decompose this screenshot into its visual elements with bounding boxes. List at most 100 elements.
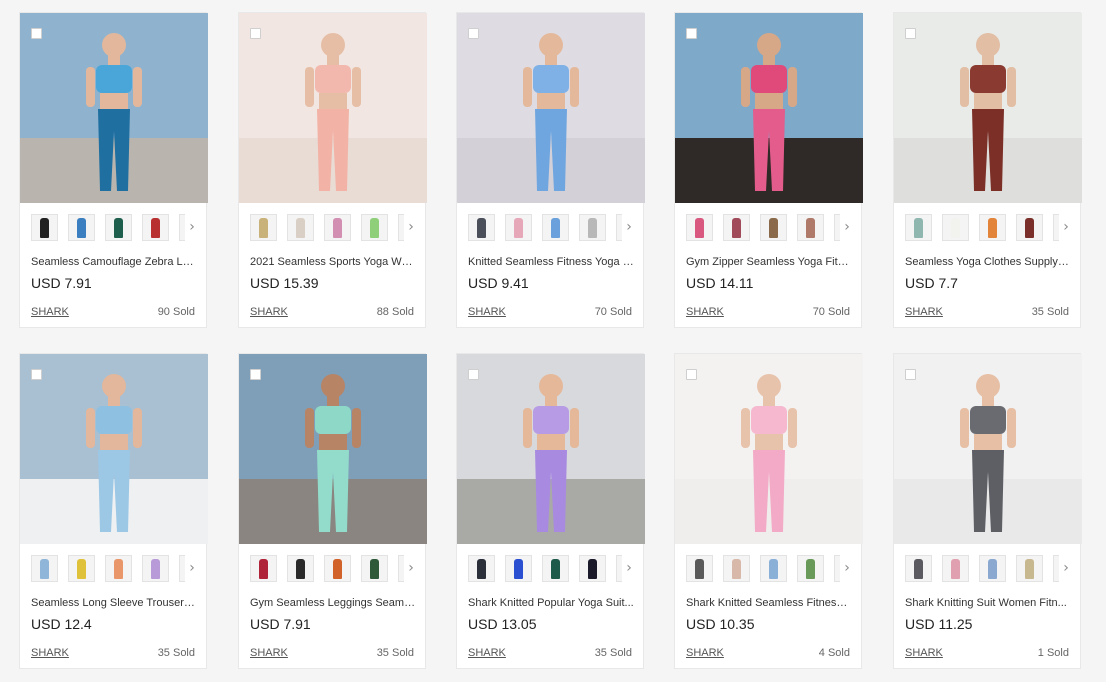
chevron-right-icon[interactable]: › — [404, 214, 418, 241]
product-card[interactable]: › Shark Knitted Seamless Fitness ... USD 1… — [674, 353, 863, 669]
product-image[interactable] — [239, 354, 427, 544]
color-swatch[interactable] — [905, 214, 932, 241]
color-swatch[interactable] — [1016, 214, 1043, 241]
product-image[interactable] — [20, 13, 208, 203]
select-checkbox[interactable] — [31, 369, 42, 380]
color-swatch[interactable] — [542, 214, 569, 241]
chevron-right-icon[interactable]: › — [840, 214, 854, 241]
color-swatch[interactable] — [361, 555, 388, 582]
seller-link[interactable]: SHARK — [905, 306, 943, 318]
select-checkbox[interactable] — [31, 28, 42, 39]
product-title[interactable]: Gym Zipper Seamless Yoga Fitn... — [686, 256, 852, 268]
chevron-right-icon[interactable]: › — [185, 214, 199, 241]
color-swatch[interactable] — [287, 555, 314, 582]
color-swatch[interactable] — [31, 214, 58, 241]
select-checkbox[interactable] — [468, 28, 479, 39]
product-card[interactable]: › Knitted Seamless Fitness Yoga S... USD 9… — [456, 12, 645, 328]
color-swatch[interactable] — [287, 214, 314, 241]
color-swatch[interactable] — [250, 555, 277, 582]
chevron-right-icon[interactable]: › — [185, 555, 199, 582]
select-checkbox[interactable] — [468, 369, 479, 380]
color-swatch[interactable] — [723, 214, 750, 241]
color-swatch[interactable] — [468, 555, 495, 582]
product-image[interactable] — [894, 354, 1082, 544]
product-card[interactable]: › 2021 Seamless Sports Yoga Wor... USD 15.… — [238, 12, 427, 328]
product-card[interactable]: › Gym Seamless Leggings Seamle... USD 7.91… — [238, 353, 427, 669]
product-title[interactable]: Shark Knitted Seamless Fitness ... — [686, 597, 852, 609]
chevron-right-icon[interactable]: › — [1059, 214, 1073, 241]
seller-link[interactable]: SHARK — [31, 306, 69, 318]
color-swatch[interactable] — [68, 214, 95, 241]
product-title[interactable]: Seamless Long Sleeve Trousers ... — [31, 597, 197, 609]
color-swatch[interactable] — [324, 555, 351, 582]
product-image[interactable] — [20, 354, 208, 544]
color-swatch[interactable] — [723, 555, 750, 582]
seller-link[interactable]: SHARK — [468, 306, 506, 318]
product-title[interactable]: Shark Knitted Popular Yoga Suit... — [468, 597, 634, 609]
color-swatch[interactable] — [579, 214, 606, 241]
color-swatch[interactable] — [979, 555, 1006, 582]
seller-link[interactable]: SHARK — [905, 647, 943, 659]
product-card[interactable]: › Seamless Long Sleeve Trousers ... USD 12… — [19, 353, 208, 669]
product-title[interactable]: Seamless Yoga Clothes Supply E... — [905, 256, 1071, 268]
color-swatch[interactable] — [505, 214, 532, 241]
color-swatch[interactable] — [579, 555, 606, 582]
seller-link[interactable]: SHARK — [250, 647, 288, 659]
seller-link[interactable]: SHARK — [250, 306, 288, 318]
color-swatch[interactable] — [361, 214, 388, 241]
product-image[interactable] — [457, 13, 645, 203]
seller-link[interactable]: SHARK — [468, 647, 506, 659]
product-image[interactable] — [457, 354, 645, 544]
color-swatch[interactable] — [142, 214, 169, 241]
color-swatch[interactable] — [760, 555, 787, 582]
color-swatch[interactable] — [31, 555, 58, 582]
select-checkbox[interactable] — [905, 28, 916, 39]
product-title[interactable]: Knitted Seamless Fitness Yoga S... — [468, 256, 634, 268]
color-swatch[interactable] — [468, 214, 495, 241]
color-swatch[interactable] — [942, 214, 969, 241]
color-swatch[interactable] — [250, 214, 277, 241]
color-swatch[interactable] — [686, 214, 713, 241]
color-swatch[interactable] — [905, 555, 932, 582]
seller-link[interactable]: SHARK — [31, 647, 69, 659]
chevron-right-icon[interactable]: › — [840, 555, 854, 582]
color-swatch[interactable] — [979, 214, 1006, 241]
product-title[interactable]: Shark Knitting Suit Women Fitn... — [905, 597, 1071, 609]
color-swatch[interactable] — [686, 555, 713, 582]
color-swatch[interactable] — [942, 555, 969, 582]
color-swatch[interactable] — [324, 214, 351, 241]
product-card[interactable]: › Shark Knitted Popular Yoga Suit... USD 1… — [456, 353, 645, 669]
color-swatch[interactable] — [68, 555, 95, 582]
color-swatch[interactable] — [142, 555, 169, 582]
chevron-right-icon[interactable]: › — [622, 555, 636, 582]
select-checkbox[interactable] — [250, 369, 261, 380]
product-title[interactable]: 2021 Seamless Sports Yoga Wor... — [250, 256, 416, 268]
product-card[interactable]: › Gym Zipper Seamless Yoga Fitn... USD 14.… — [674, 12, 863, 328]
color-swatch[interactable] — [542, 555, 569, 582]
product-title[interactable]: Seamless Camouflage Zebra Le... — [31, 256, 197, 268]
product-image[interactable] — [675, 354, 863, 544]
color-swatch[interactable] — [105, 555, 132, 582]
select-checkbox[interactable] — [686, 369, 697, 380]
color-swatch[interactable] — [105, 214, 132, 241]
select-checkbox[interactable] — [905, 369, 916, 380]
color-swatch[interactable] — [797, 214, 824, 241]
product-image[interactable] — [239, 13, 427, 203]
chevron-right-icon[interactable]: › — [1059, 555, 1073, 582]
chevron-right-icon[interactable]: › — [622, 214, 636, 241]
color-swatch[interactable] — [797, 555, 824, 582]
product-card[interactable]: › Shark Knitting Suit Women Fitn... USD 11… — [893, 353, 1082, 669]
product-card[interactable]: › Seamless Camouflage Zebra Le... USD 7.91… — [19, 12, 208, 328]
product-image[interactable] — [675, 13, 863, 203]
color-swatch[interactable] — [760, 214, 787, 241]
color-swatch[interactable] — [505, 555, 532, 582]
color-swatch[interactable] — [1016, 555, 1043, 582]
seller-link[interactable]: SHARK — [686, 306, 724, 318]
select-checkbox[interactable] — [686, 28, 697, 39]
seller-link[interactable]: SHARK — [686, 647, 724, 659]
select-checkbox[interactable] — [250, 28, 261, 39]
product-card[interactable]: › Seamless Yoga Clothes Supply E... USD 7.… — [893, 12, 1082, 328]
product-image[interactable] — [894, 13, 1082, 203]
product-title[interactable]: Gym Seamless Leggings Seamle... — [250, 597, 416, 609]
chevron-right-icon[interactable]: › — [404, 555, 418, 582]
